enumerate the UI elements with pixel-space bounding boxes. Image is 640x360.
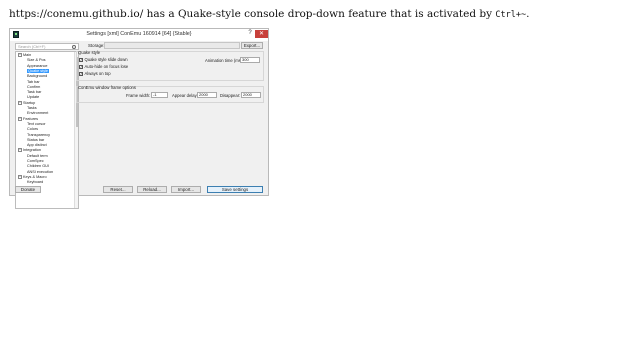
- tree-item-label: Update: [27, 95, 40, 100]
- export-button[interactable]: Export...: [241, 42, 263, 49]
- search-input[interactable]: Search (Ctrl+F): [15, 43, 79, 50]
- tree-item-label: Default term: [27, 153, 48, 158]
- reload-button[interactable]: Reload...: [137, 186, 167, 193]
- save-settings-button[interactable]: Save settings: [207, 186, 263, 193]
- tree-item-label: Environment: [27, 111, 49, 116]
- settings-window: Settings [xml] ConEmu 160914 [64] {Stabl…: [9, 28, 269, 209]
- caption-shortcut: Ctrl+~: [495, 10, 527, 20]
- tree-item-label: Size & Pos: [27, 58, 46, 63]
- tree-item-label: Transparency: [27, 132, 51, 137]
- tree-item-label: Keys & Macro: [23, 174, 47, 179]
- tree-item-label: Task bar: [27, 90, 42, 95]
- tree-item-label: Integration: [23, 148, 41, 153]
- reset-button[interactable]: Reset...: [103, 186, 133, 193]
- tree-item-label: Colors: [27, 127, 38, 132]
- tree-item-label: Tab bar: [27, 79, 40, 84]
- expand-collapse-icon[interactable]: −: [18, 116, 22, 121]
- appear-delay-input[interactable]: 2000: [197, 92, 217, 98]
- always-on-top-checkbox[interactable]: ✓ Always on top: [79, 71, 111, 76]
- tree-item-label: ANSI execution: [27, 169, 54, 174]
- help-button[interactable]: ?: [245, 30, 255, 39]
- checkbox-quake-slide[interactable]: ✓: [79, 57, 83, 62]
- title-bar[interactable]: Settings [xml] ConEmu 160914 [64] {Stabl…: [10, 29, 268, 41]
- tree-item-label: Tasks: [27, 106, 37, 110]
- checkbox-always-on-top[interactable]: ✓: [79, 71, 83, 76]
- tree-item-label: Features: [23, 116, 38, 121]
- quake-slide-label: Quake style slide down: [84, 57, 128, 62]
- expand-collapse-icon[interactable]: −: [18, 174, 22, 179]
- auto-hide-checkbox[interactable]: ✓ Auto-hide on focus lose: [79, 64, 128, 69]
- tree-item-label: ComSpec: [27, 159, 44, 163]
- tree-item-label: Confirm: [27, 84, 41, 89]
- tree-item-label: Status bar: [27, 137, 45, 142]
- auto-hide-label: Auto-hide on focus lose: [84, 64, 129, 69]
- tree-item-label: Background: [27, 74, 48, 79]
- quake-group-title: Quake style: [78, 50, 101, 55]
- disappear-input[interactable]: 2000: [241, 92, 261, 98]
- tree-item-keyboard[interactable]: Keyboard: [27, 180, 43, 185]
- storage-label: Storage:: [88, 43, 105, 48]
- search-icon[interactable]: [72, 45, 76, 49]
- donate-button[interactable]: Donate: [15, 186, 41, 193]
- quake-slide-down-checkbox[interactable]: ✓ Quake style slide down: [79, 57, 128, 62]
- tree-item-label: Quake style: [27, 68, 50, 73]
- tree-item-label: Main: [23, 53, 32, 57]
- tree-item-label: Appearance: [27, 63, 48, 68]
- caption-main: https://conemu.github.io/ has a Quake-st…: [9, 8, 496, 20]
- expand-collapse-icon[interactable]: −: [18, 53, 22, 57]
- caption-text: https://conemu.github.io/ has a Quake-st…: [9, 8, 529, 20]
- disappear-label: Disappear:: [220, 93, 241, 98]
- window-title: Settings [xml] ConEmu 160914 [64] {Stabl…: [86, 31, 192, 37]
- appear-delay-label: Appear delay:: [172, 93, 198, 98]
- animation-time-label: Animation time (ms):: [205, 58, 244, 63]
- tree-item-label: App distinct: [27, 143, 47, 148]
- tree-item-label: Text cursor: [27, 121, 46, 126]
- tree-item-label: Keyboard: [27, 180, 44, 185]
- frame-width-label: Frame width:: [126, 93, 151, 98]
- frame-group-title: ConEmu window frame options: [78, 85, 136, 90]
- expand-collapse-icon[interactable]: −: [18, 148, 22, 153]
- expand-collapse-icon[interactable]: −: [18, 100, 22, 105]
- caption-tail: .: [526, 8, 530, 20]
- tree-item-label: Startup: [23, 100, 36, 105]
- close-button[interactable]: ✕: [255, 30, 268, 38]
- animation-time-input[interactable]: 300: [240, 57, 260, 63]
- always-on-top-label: Always on top: [84, 71, 111, 76]
- search-placeholder: Search (Ctrl+F): [18, 44, 46, 49]
- tree-item-label: Children GUI: [27, 164, 49, 169]
- import-button[interactable]: Import...: [171, 186, 201, 193]
- storage-path-field[interactable]: [104, 42, 240, 49]
- checkbox-auto-hide[interactable]: ✓: [79, 64, 83, 69]
- frame-width-input[interactable]: -1: [151, 92, 168, 98]
